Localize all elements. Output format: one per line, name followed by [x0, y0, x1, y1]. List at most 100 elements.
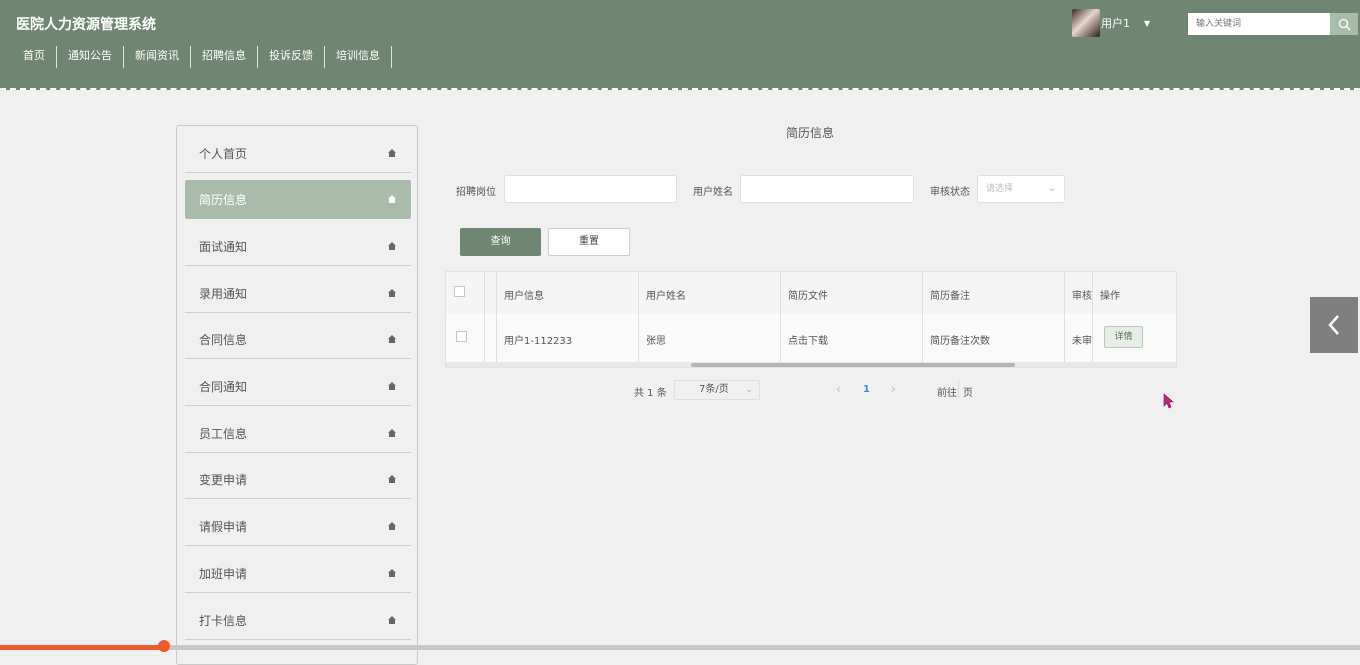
- nav-item-notice[interactable]: 通知公告: [57, 46, 124, 68]
- video-progress-fill: [0, 645, 165, 650]
- sidebar-item-checkin[interactable]: 打卡信息: [185, 601, 411, 640]
- column-divider: [496, 272, 497, 362]
- nav-item-news[interactable]: 新闻资讯: [124, 46, 191, 68]
- home-icon: [387, 567, 397, 581]
- sidebar-item-home[interactable]: 个人首页: [185, 134, 411, 173]
- status-select-placeholder: 请选择: [986, 184, 1014, 194]
- sidebar-item-interview[interactable]: 面试通知: [185, 227, 411, 266]
- sidebar-item-contract[interactable]: 合同信息: [185, 320, 411, 359]
- home-icon: [387, 473, 397, 487]
- column-header: 审核: [1072, 291, 1092, 302]
- search-box: [1188, 13, 1358, 35]
- home-icon: [387, 333, 397, 347]
- sidebar-item-label: 个人首页: [199, 147, 248, 161]
- name-input[interactable]: [740, 175, 914, 203]
- prev-page-icon[interactable]: ‹: [836, 382, 841, 396]
- sidebar-item-label: 面试通知: [199, 240, 248, 254]
- chevron-down-icon: ⌄: [1047, 183, 1056, 194]
- reset-button[interactable]: 重置: [548, 228, 630, 256]
- column-header: 简历文件: [788, 291, 828, 302]
- name-label: 用户姓名: [693, 187, 733, 198]
- home-icon: [387, 520, 397, 534]
- home-icon: [387, 287, 397, 301]
- caret-down-icon[interactable]: ▼: [1144, 19, 1150, 28]
- table-header: 用户信息 用户姓名 简历文件 简历备注 审核 操作: [446, 272, 1176, 315]
- search-icon[interactable]: [1330, 13, 1358, 35]
- column-divider: [484, 272, 485, 362]
- status-cell: 未审: [1072, 336, 1092, 347]
- nav-item-feedback[interactable]: 投诉反馈: [258, 46, 325, 68]
- user-menu[interactable]: 用户1 ▼: [1072, 9, 1150, 37]
- table-scrollbar[interactable]: [446, 362, 1176, 367]
- sidebar-item-change[interactable]: 变更申请: [185, 460, 411, 499]
- column-divider: [1092, 272, 1093, 362]
- sidebar-item-label: 录用通知: [199, 287, 248, 301]
- table-row: 用户1-112233 张思 点击下载 简历备注次数 未审 详情: [446, 314, 1176, 362]
- sidebar-item-label: 合同通知: [199, 380, 248, 394]
- resume-note-cell: 简历备注次数: [930, 336, 990, 347]
- page-size-select[interactable]: 7条/页 ⌄: [674, 380, 760, 400]
- site-title: 医院人力资源管理系统: [16, 17, 156, 33]
- column-divider: [638, 272, 639, 362]
- detail-button[interactable]: 详情: [1104, 326, 1143, 348]
- top-header: 医院人力资源管理系统 首页 通知公告 新闻资讯 招聘信息 投诉反馈 培训信息 用…: [0, 0, 1360, 90]
- position-label: 招聘岗位: [456, 187, 496, 198]
- chevron-down-icon: ⌄: [745, 385, 753, 395]
- page-size-value: 7条/页: [699, 384, 729, 395]
- home-icon: [387, 147, 397, 161]
- column-header: 简历备注: [930, 291, 970, 302]
- column-divider: [922, 272, 923, 362]
- sidebar-item-leave[interactable]: 请假申请: [185, 507, 411, 546]
- column-header: 用户信息: [504, 291, 544, 302]
- nav-item-training[interactable]: 培训信息: [325, 46, 392, 68]
- sidebar: 个人首页 简历信息 面试通知 录用通知 合同信息 合同通知 员工信息 变更申请 …: [176, 125, 418, 665]
- mouse-cursor-icon: [1163, 393, 1175, 413]
- status-label: 审核状态: [930, 187, 970, 198]
- home-icon: [387, 427, 397, 441]
- nav-item-home[interactable]: 首页: [12, 46, 57, 68]
- chevron-left-icon: [1328, 315, 1339, 335]
- user-name-cell: 张思: [646, 336, 666, 347]
- column-header: 操作: [1100, 291, 1120, 302]
- current-page[interactable]: 1: [863, 384, 870, 395]
- home-icon: [387, 380, 397, 394]
- position-input[interactable]: [504, 175, 677, 203]
- column-divider: [1064, 272, 1065, 362]
- user-name[interactable]: 用户1: [1101, 15, 1130, 31]
- user-info-cell: 用户1-112233: [504, 336, 573, 347]
- page-title: 简历信息: [785, 126, 834, 140]
- search-input[interactable]: [1188, 13, 1330, 35]
- sidebar-item-label: 简历信息: [199, 193, 248, 207]
- sidebar-item-label: 合同信息: [199, 333, 248, 347]
- sidebar-item-contract-notice[interactable]: 合同通知: [185, 367, 411, 406]
- goto-label: 前往: [937, 388, 957, 399]
- resume-download-link[interactable]: 点击下载: [788, 332, 828, 347]
- nav-item-recruit[interactable]: 招聘信息: [191, 46, 258, 68]
- pagination-total: 共 1 条: [634, 388, 667, 399]
- home-icon: [387, 614, 397, 628]
- avatar[interactable]: [1072, 9, 1100, 37]
- sidebar-item-label: 请假申请: [199, 520, 248, 534]
- top-nav: 首页 通知公告 新闻资讯 招聘信息 投诉反馈 培训信息: [12, 46, 392, 68]
- row-checkbox[interactable]: [456, 331, 467, 342]
- collapse-panel-button[interactable]: [1310, 297, 1358, 353]
- sidebar-item-label: 打卡信息: [199, 614, 248, 628]
- query-button[interactable]: 查询: [460, 228, 541, 256]
- sidebar-item-label: 员工信息: [199, 427, 248, 441]
- goto-suffix: 页: [963, 388, 973, 399]
- sidebar-item-label: 变更申请: [199, 473, 248, 487]
- video-progress-track[interactable]: [0, 645, 1360, 650]
- sidebar-item-overtime[interactable]: 加班申请: [185, 554, 411, 593]
- column-divider: [780, 272, 781, 362]
- video-progress-handle[interactable]: [158, 640, 170, 652]
- sidebar-item-resume[interactable]: 简历信息: [185, 180, 411, 219]
- sidebar-item-offer[interactable]: 录用通知: [185, 274, 411, 313]
- column-header: 用户姓名: [646, 291, 686, 302]
- scrollbar-thumb[interactable]: [691, 363, 1015, 367]
- resume-table: 用户信息 用户姓名 简历文件 简历备注 审核 操作 用户1-112233 张思 …: [445, 271, 1177, 368]
- select-all-checkbox[interactable]: [454, 286, 465, 297]
- home-icon: [387, 193, 397, 207]
- sidebar-item-employee[interactable]: 员工信息: [185, 414, 411, 453]
- next-page-icon[interactable]: ›: [891, 382, 896, 396]
- status-select[interactable]: 请选择 ⌄: [977, 175, 1065, 203]
